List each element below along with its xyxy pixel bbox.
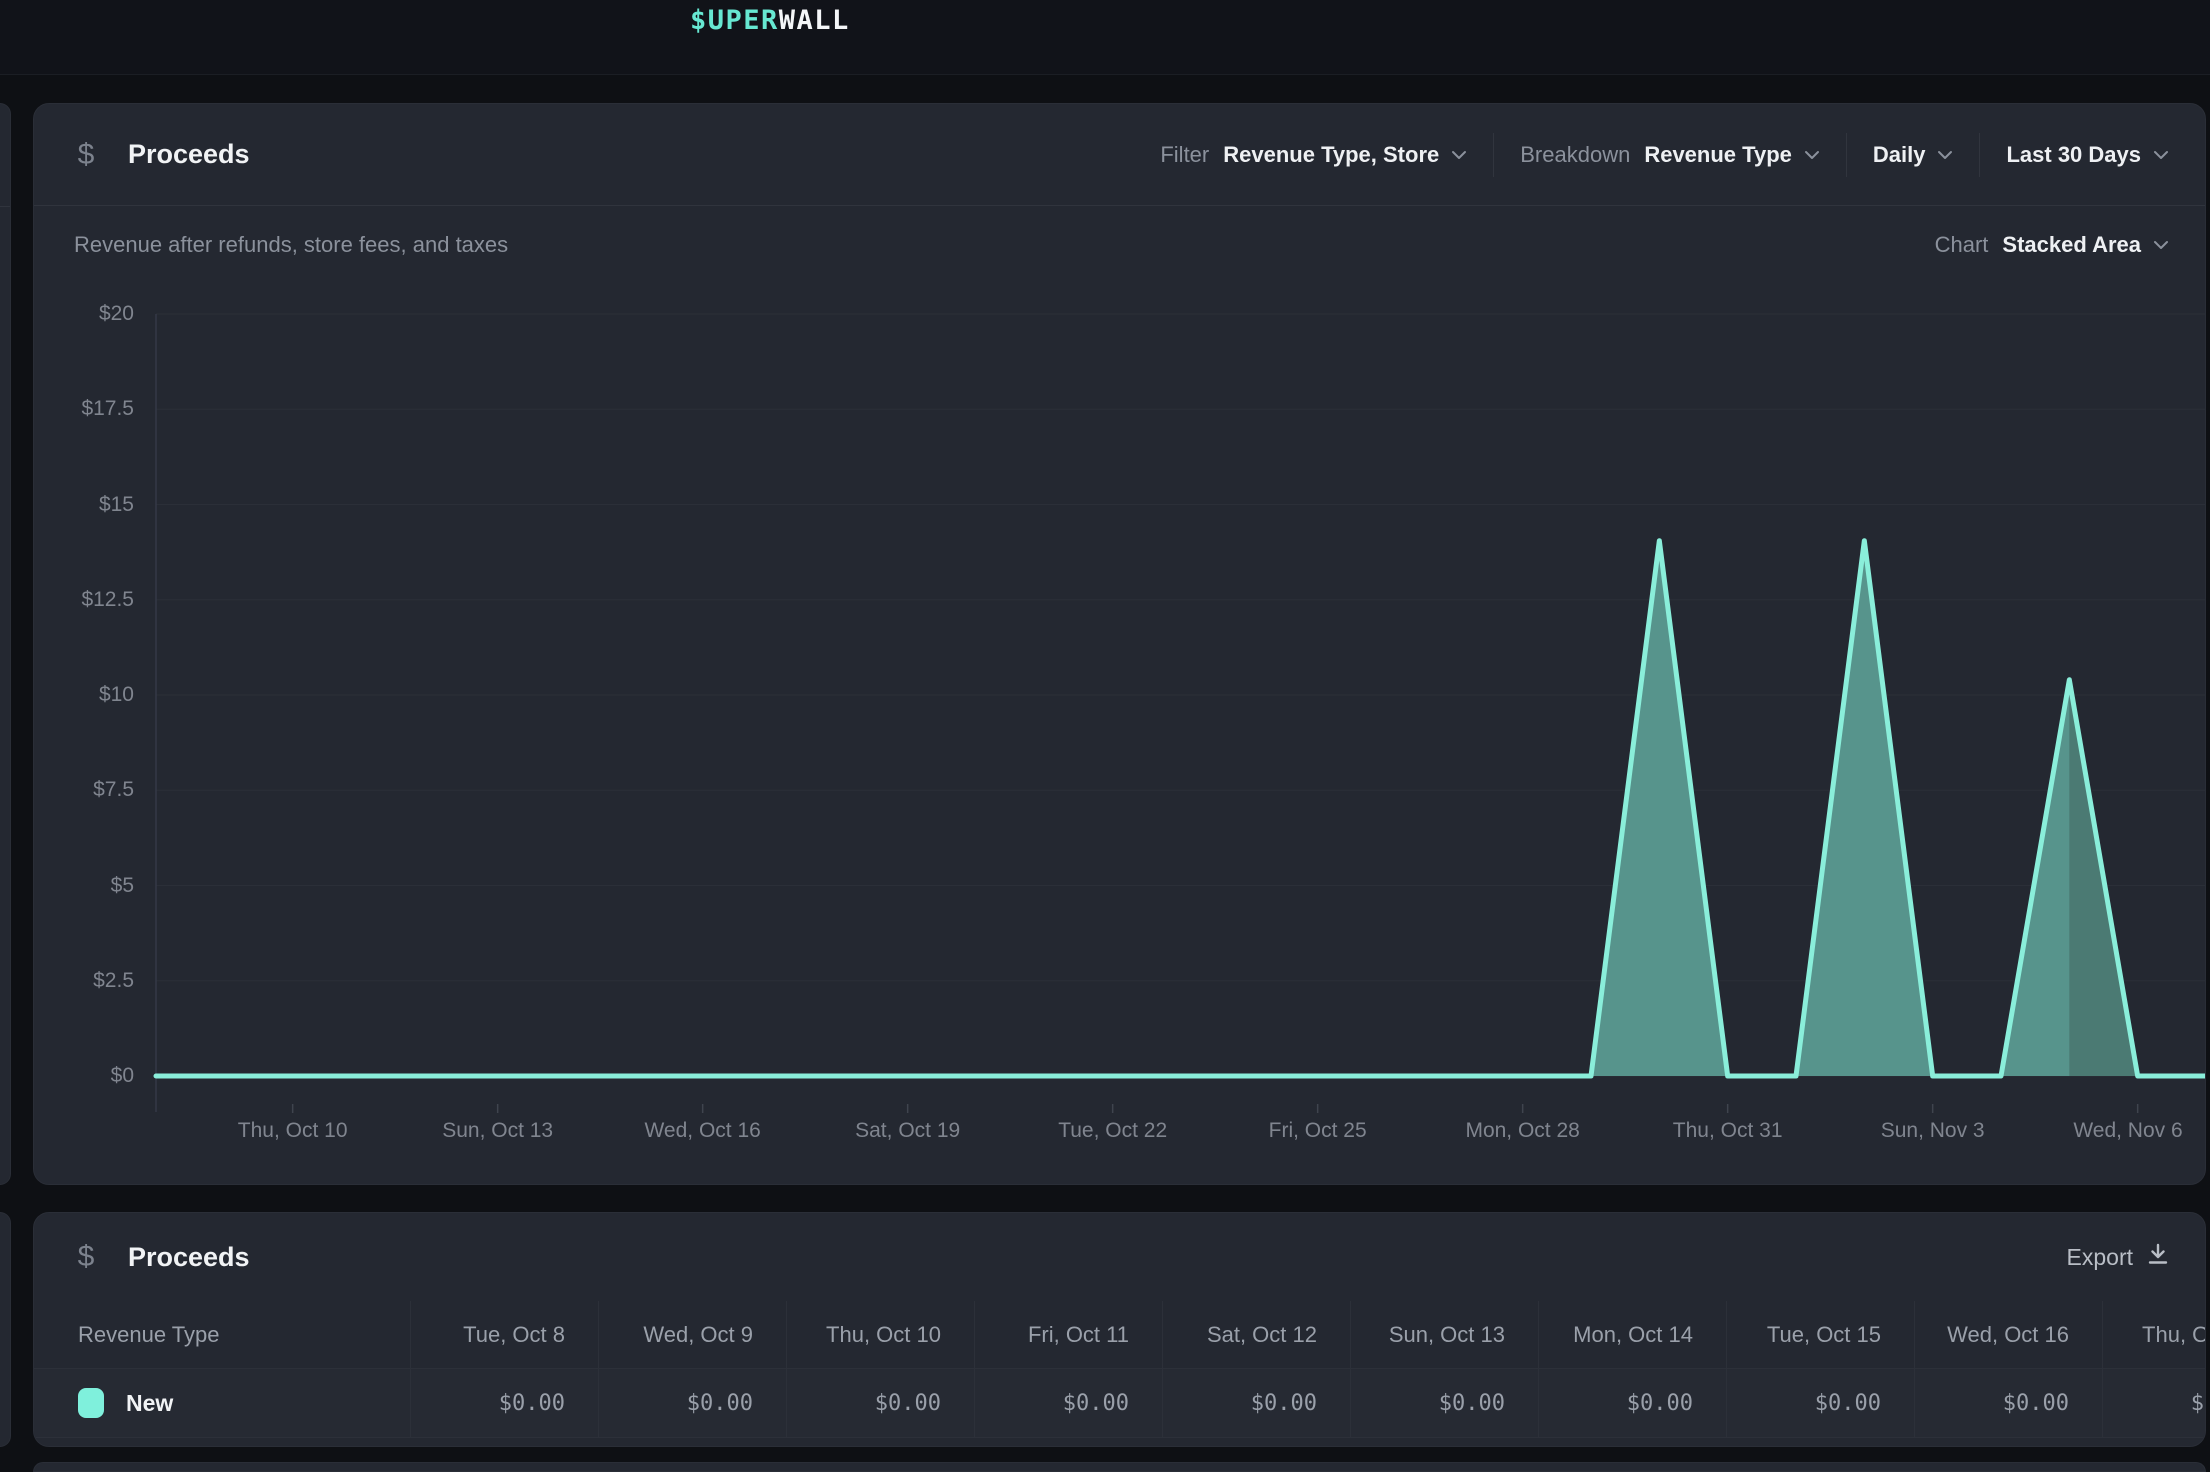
table-header-row: Revenue TypeTue, Oct 8Wed, Oct 9Thu, Oct…: [34, 1301, 2206, 1369]
y-axis-label: $0: [33, 1064, 134, 1088]
value-cell: $0.00: [1538, 1369, 1726, 1437]
x-axis-label: Sat, Oct 19: [823, 1119, 993, 1143]
y-axis-label: $10: [33, 683, 134, 707]
table-card-title: Proceeds: [128, 1242, 250, 1273]
value-cell: $0.00: [2102, 1369, 2206, 1437]
proceeds-table-card: $ Proceeds Export Revenue TypeTue, Oct 8…: [33, 1212, 2206, 1447]
column-header-date: Fri, Oct 11: [974, 1301, 1162, 1369]
value-cell: $0.00: [410, 1369, 598, 1437]
x-axis-label: Fri, Oct 25: [1233, 1119, 1403, 1143]
column-header-date: Mon, Oct 14: [1538, 1301, 1726, 1369]
y-axis-label: $12.5: [33, 588, 134, 612]
logo-prefix: $UPER: [690, 5, 779, 36]
table-card-header: $ Proceeds Export: [34, 1213, 2205, 1301]
dollar-icon: $: [74, 1240, 98, 1274]
next-card-edge: [33, 1462, 2206, 1472]
x-axis-label: Sun, Oct 13: [413, 1119, 583, 1143]
column-header-date: Wed, Oct 9: [598, 1301, 786, 1369]
top-bar: $UPERWALL: [0, 0, 2210, 75]
column-header-revenue-type: Revenue Type: [34, 1301, 410, 1369]
x-axis-label: Sun, Nov 3: [1848, 1119, 2018, 1143]
superwall-logo[interactable]: $UPERWALL: [690, 2, 850, 38]
y-axis-label: $17.5: [33, 397, 134, 421]
column-header-date: Tue, Oct 15: [1726, 1301, 1914, 1369]
stacked-area-chart[interactable]: $0 $2.5 $5 $7.5 $10 $12.5 $15 $17.5 $20 Thu, Oct…: [34, 104, 2206, 1185]
column-header-date: Wed, Oct 16: [1914, 1301, 2102, 1369]
value-cell: $0.00: [1350, 1369, 1538, 1437]
table-row: New$0.00$0.00$0.00$0.00$0.00$0.00$0.00$0…: [34, 1369, 2206, 1438]
y-axis-label: $7.5: [33, 778, 134, 802]
series-name: New: [126, 1390, 173, 1417]
y-axis-label: $5: [33, 874, 134, 898]
column-header-date: Tue, Oct 8: [410, 1301, 598, 1369]
column-header-date: Thu, Oct 17: [2102, 1301, 2206, 1369]
export-button[interactable]: Export: [2067, 1242, 2169, 1272]
row-label-cell: New: [34, 1369, 410, 1437]
series-color-swatch: [78, 1388, 104, 1418]
x-axis-label: Thu, Oct 31: [1643, 1119, 1813, 1143]
value-cell: $0.00: [974, 1369, 1162, 1437]
export-label: Export: [2067, 1244, 2133, 1271]
y-axis-label: $15: [33, 493, 134, 517]
x-axis-label: Thu, Oct 10: [208, 1119, 378, 1143]
value-cell: $0.00: [598, 1369, 786, 1437]
proceeds-chart-card: $ Proceeds Filter Revenue Type, Store Br…: [33, 103, 2206, 1185]
y-axis-label: $20: [33, 302, 134, 326]
x-axis-label: Tue, Oct 22: [1028, 1119, 1198, 1143]
left-peek-card: [0, 103, 11, 1185]
download-icon: [2133, 1242, 2169, 1272]
x-axis-label: Wed, Oct 16: [618, 1119, 788, 1143]
column-header-date: Thu, Oct 10: [786, 1301, 974, 1369]
value-cell: $0.00: [786, 1369, 974, 1437]
left-peek-card-bottom: [0, 1212, 11, 1447]
y-axis-label: $2.5: [33, 969, 134, 993]
column-header-date: Sun, Oct 13: [1350, 1301, 1538, 1369]
left-peek-divider: [0, 206, 10, 207]
x-axis-label: Wed, Nov 6: [2043, 1119, 2206, 1143]
value-cell: $0.00: [1726, 1369, 1914, 1437]
column-header-date: Sat, Oct 12: [1162, 1301, 1350, 1369]
x-axis-label: Mon, Oct 28: [1438, 1119, 1608, 1143]
value-cell: $0.00: [1162, 1369, 1350, 1437]
logo-suffix: WALL: [779, 5, 850, 36]
value-cell: $0.00: [1914, 1369, 2102, 1437]
